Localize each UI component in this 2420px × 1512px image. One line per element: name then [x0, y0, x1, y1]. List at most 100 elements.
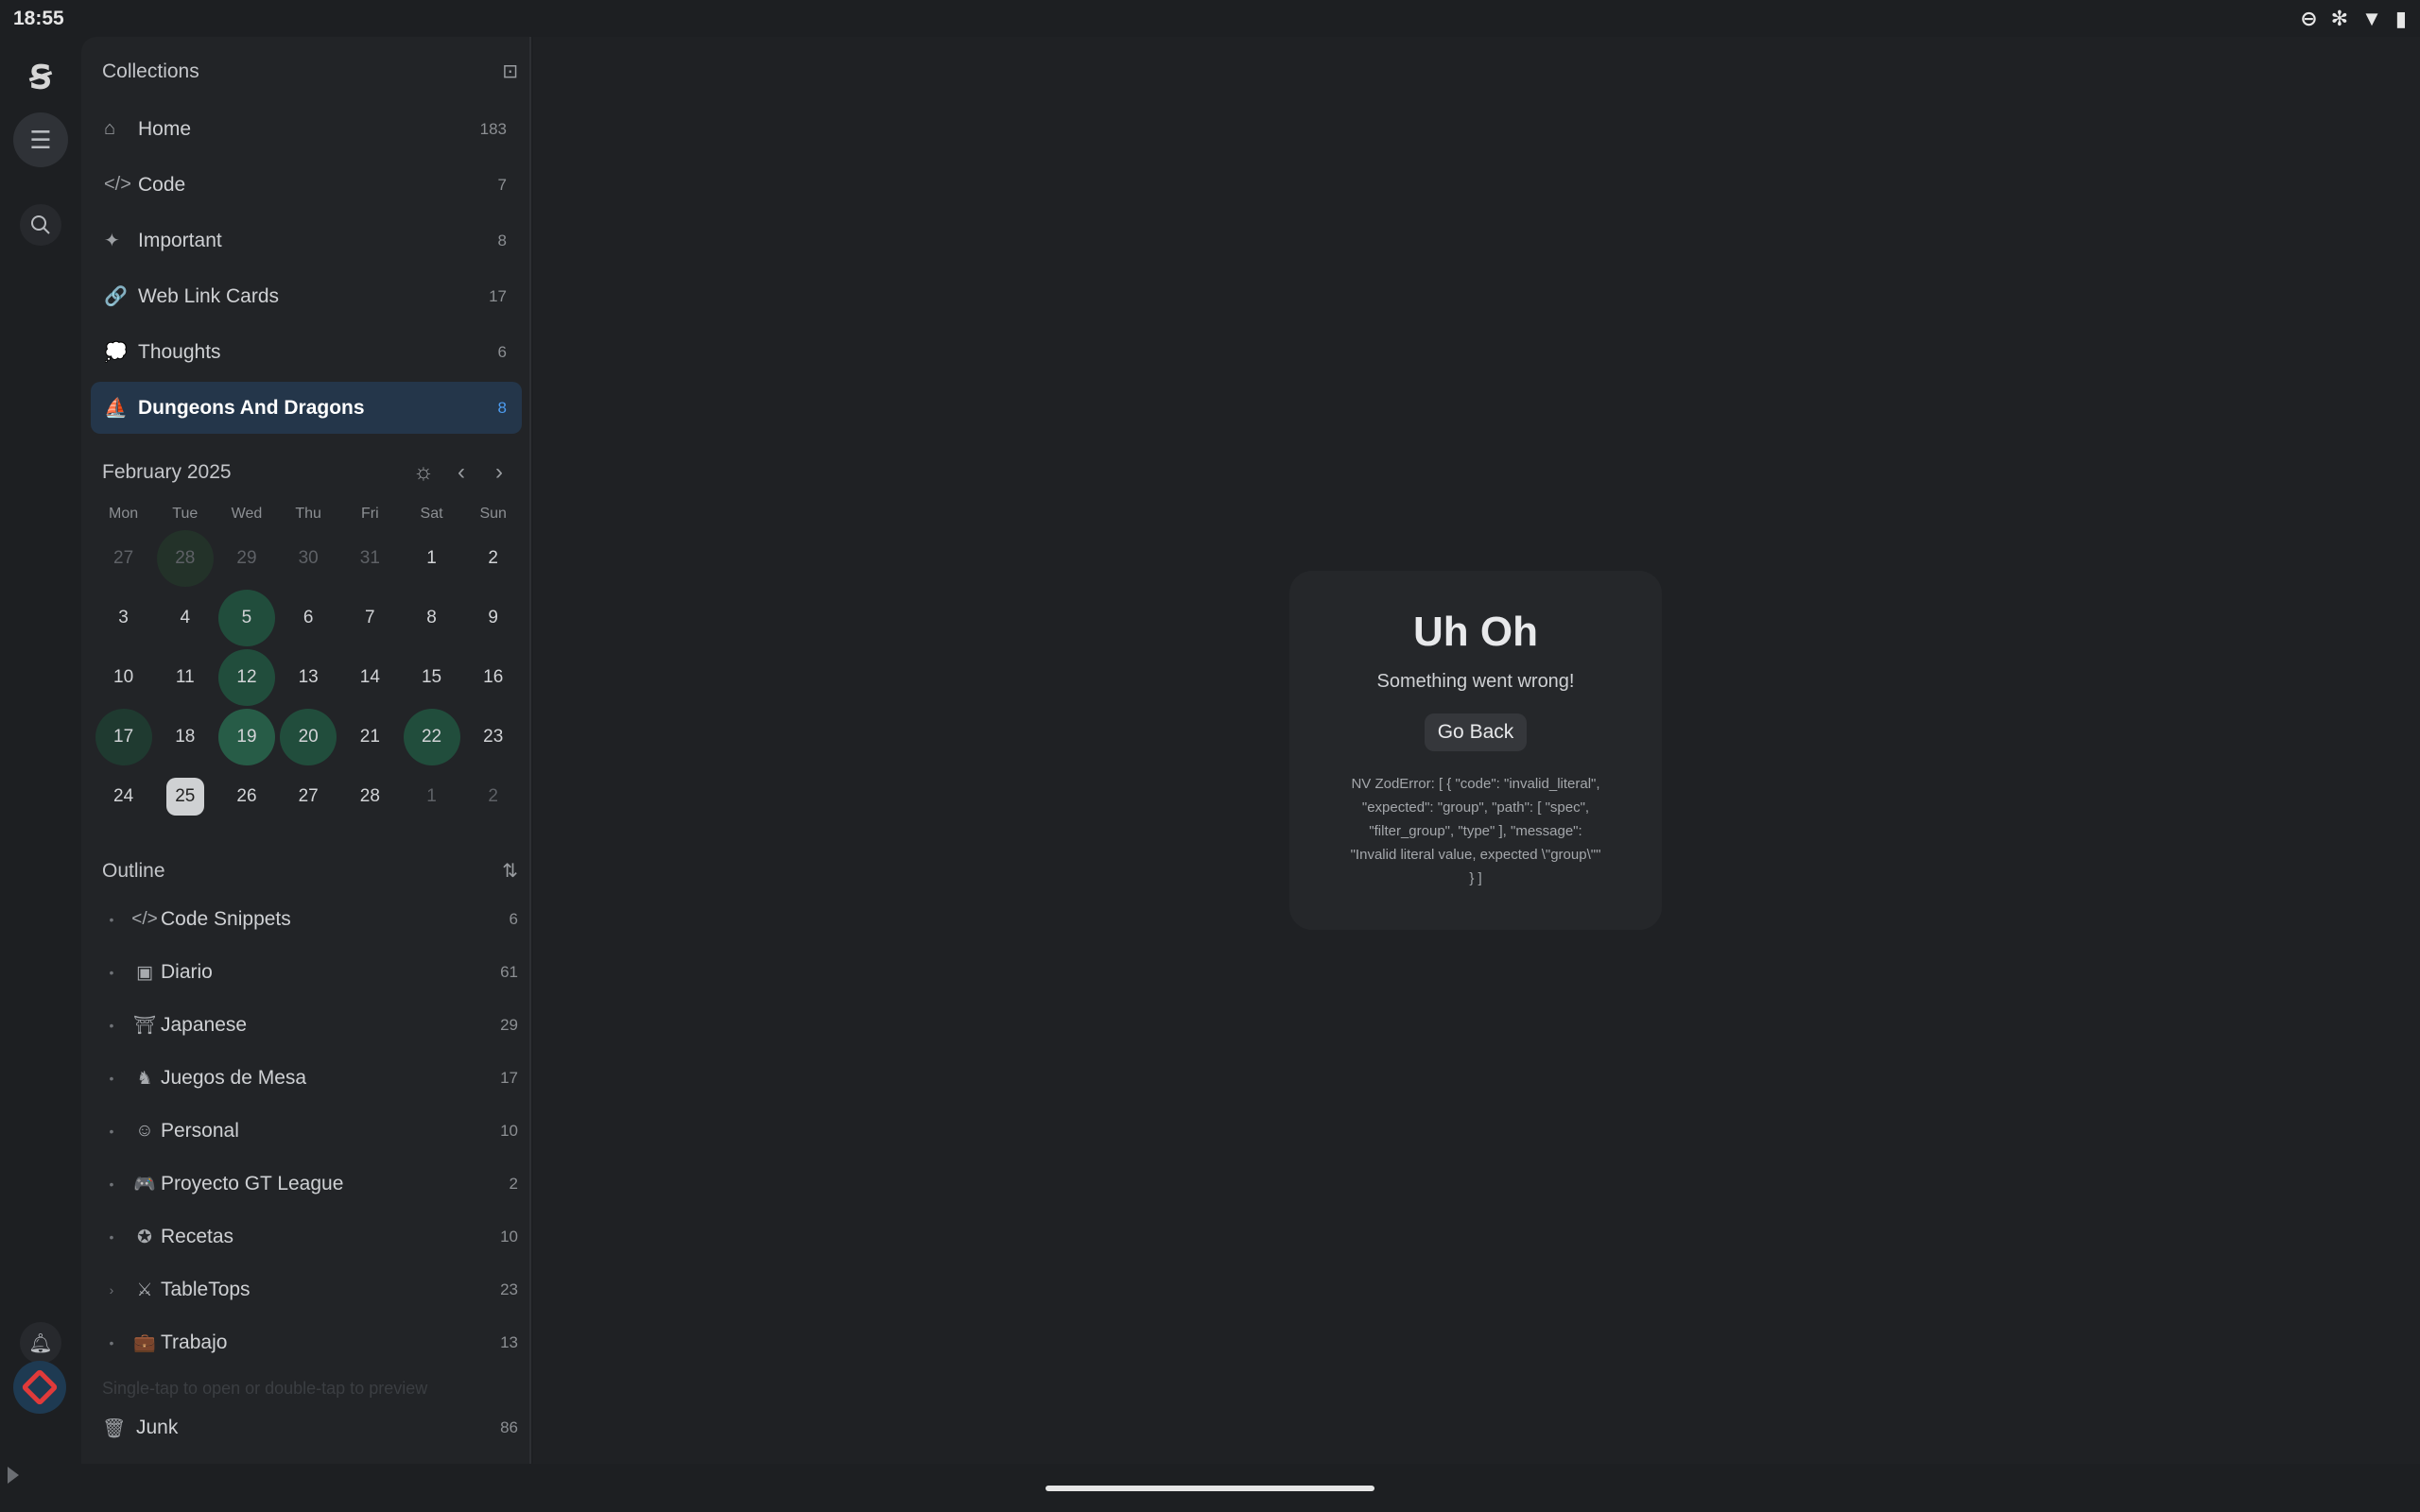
outline-item[interactable]: • ✪ Recetas 10 — [102, 1211, 518, 1263]
calendar-day[interactable]: 21 — [339, 707, 401, 766]
new-collection-icon[interactable]: ⊡ — [502, 60, 518, 83]
home-indicator[interactable] — [1046, 1486, 1374, 1491]
chevron-left-icon[interactable]: ‹ — [442, 459, 480, 486]
calendar-day[interactable]: 16 — [462, 647, 524, 707]
calendar-day[interactable]: 13 — [278, 647, 339, 707]
avatar[interactable] — [13, 1361, 66, 1414]
outline-bullet-icon[interactable]: • — [102, 1124, 121, 1139]
calendar-day[interactable]: 19 — [216, 707, 277, 766]
outline-item[interactable]: • ☺ Personal 10 — [102, 1105, 518, 1158]
calendar-day[interactable]: 22 — [401, 707, 462, 766]
notifications-button[interactable]: 🔔︎ — [20, 1322, 61, 1364]
outline-item-count: 61 — [500, 963, 518, 981]
collection-icon: ⌂ — [104, 118, 116, 139]
calendar-day[interactable]: 2 — [462, 528, 524, 588]
outline-item[interactable]: • ▣ Diario 61 — [102, 946, 518, 999]
calendar-day[interactable]: 6 — [278, 588, 339, 647]
outline-toggle-button[interactable]: ☰ — [13, 112, 68, 167]
calendar-day[interactable]: 3 — [93, 588, 154, 647]
outline-item-count: 17 — [500, 1069, 518, 1087]
calendar-day[interactable]: 25 — [154, 766, 216, 826]
calendar-day[interactable]: 12 — [216, 647, 277, 707]
calendar-weekday: Mon — [109, 506, 139, 522]
outline-item-icon: ☺ — [135, 1121, 154, 1141]
outline-item[interactable]: • ♞ Juegos de Mesa 17 — [102, 1052, 518, 1105]
calendar-day[interactable]: 20 — [278, 707, 339, 766]
outline-item-label: Personal — [161, 1120, 239, 1142]
outline-bullet-icon[interactable]: • — [102, 1018, 121, 1033]
calendar-day[interactable]: 15 — [401, 647, 462, 707]
outline-bullet-icon[interactable]: • — [102, 912, 121, 927]
collection-item[interactable]: 💭 Thoughts 6 — [91, 326, 522, 378]
collection-item[interactable]: ✦ Important 8 — [91, 215, 522, 266]
calendar-day-number: 1 — [426, 547, 437, 568]
calendar-weekday: Sun — [479, 506, 507, 522]
outline-item-count: 13 — [500, 1333, 518, 1351]
outline-bullet-icon[interactable]: • — [102, 965, 121, 980]
sun-icon[interactable]: ☼ — [405, 459, 442, 486]
calendar-day[interactable]: 10 — [93, 647, 154, 707]
collection-item[interactable]: ⌂ Home 183 — [91, 103, 522, 155]
outline-bullet-icon[interactable]: • — [102, 1335, 121, 1350]
calendar-day[interactable]: 31 — [339, 528, 401, 588]
outline-item-icon: ♞ — [136, 1068, 153, 1089]
collections-title: Collections — [102, 60, 199, 82]
outline-item[interactable]: • 💼 Trabajo 13 — [102, 1316, 518, 1369]
calendar-day-number: 28 — [156, 529, 214, 587]
chevron-right-icon[interactable]: › — [480, 459, 518, 486]
calendar-day-number: 19 — [217, 708, 275, 765]
go-back-button[interactable]: Go Back — [1424, 713, 1528, 751]
calendar-day[interactable]: 9 — [462, 588, 524, 647]
outline-item-label: Diario — [161, 961, 213, 983]
hint-text: Single-tap to open or double-tap to prev… — [102, 1379, 428, 1398]
outline-item[interactable]: • 🎮 Proyecto GT League 2 — [102, 1158, 518, 1211]
outline-item-icon: ▣ — [136, 962, 153, 983]
calendar-day[interactable]: 7 — [339, 588, 401, 647]
outline-bullet-icon[interactable]: • — [102, 1071, 121, 1086]
outline-item[interactable]: • </> Code Snippets 6 — [102, 893, 518, 946]
calendar-day[interactable]: 30 — [278, 528, 339, 588]
error-detail: NV ZodError: [ { "code": "invalid_litera… — [1350, 776, 1601, 886]
collection-icon: 💭 — [104, 342, 128, 363]
calendar-day[interactable]: 1 — [401, 766, 462, 826]
expand-rail-icon[interactable] — [8, 1467, 19, 1484]
search-button[interactable] — [20, 204, 61, 246]
outline-item[interactable]: • ⛩ Japanese 29 — [102, 999, 518, 1052]
junk-item[interactable]: 🗑 Junk 86 — [102, 1403, 518, 1452]
calendar-day[interactable]: 23 — [462, 707, 524, 766]
calendar-day[interactable]: 27 — [93, 528, 154, 588]
collection-count: 7 — [497, 175, 507, 194]
outline-bullet-icon[interactable]: • — [102, 1229, 121, 1245]
calendar-day[interactable]: 18 — [154, 707, 216, 766]
collection-label: Home — [138, 117, 192, 140]
calendar-day-number: 15 — [421, 666, 442, 687]
collection-icon: ⛵ — [104, 398, 128, 419]
calendar-day[interactable]: 4 — [154, 588, 216, 647]
calendar-day[interactable]: 26 — [216, 766, 277, 826]
calendar-day[interactable]: 8 — [401, 588, 462, 647]
outline-bullet-icon[interactable]: › — [102, 1282, 121, 1297]
collection-item[interactable]: </> Code 7 — [91, 159, 522, 211]
calendar-day[interactable]: 5 — [216, 588, 277, 647]
calendar-day[interactable]: 17 — [93, 707, 154, 766]
outline-item[interactable]: › ⚔ TableTops 23 — [102, 1263, 518, 1316]
calendar-day-number: 20 — [280, 708, 337, 765]
calendar-day[interactable]: 29 — [216, 528, 277, 588]
calendar-day-number: 14 — [359, 666, 380, 687]
app-logo[interactable]: ꞩ — [13, 46, 68, 101]
collection-item[interactable]: ⛵ Dungeons And Dragons 8 — [91, 382, 522, 434]
calendar-day[interactable]: 2 — [462, 766, 524, 826]
outline-bullet-icon[interactable]: • — [102, 1177, 121, 1192]
collection-item[interactable]: 🔗 Web Link Cards 17 — [91, 270, 522, 322]
sort-icon[interactable]: ⇅ — [502, 859, 518, 883]
outline-item-icon: ⛩ — [132, 1016, 157, 1036]
calendar-day-number: 30 — [298, 547, 319, 568]
calendar-day[interactable]: 28 — [339, 766, 401, 826]
calendar-day[interactable]: 28 — [154, 528, 216, 588]
calendar-day[interactable]: 24 — [93, 766, 154, 826]
calendar-day[interactable]: 1 — [401, 528, 462, 588]
calendar-day[interactable]: 27 — [278, 766, 339, 826]
calendar-day[interactable]: 11 — [154, 647, 216, 707]
calendar-day[interactable]: 14 — [339, 647, 401, 707]
sidebar: Collections ⊡ ⌂ Home 183 </> Code 7 ✦ Important… — [81, 37, 531, 1464]
